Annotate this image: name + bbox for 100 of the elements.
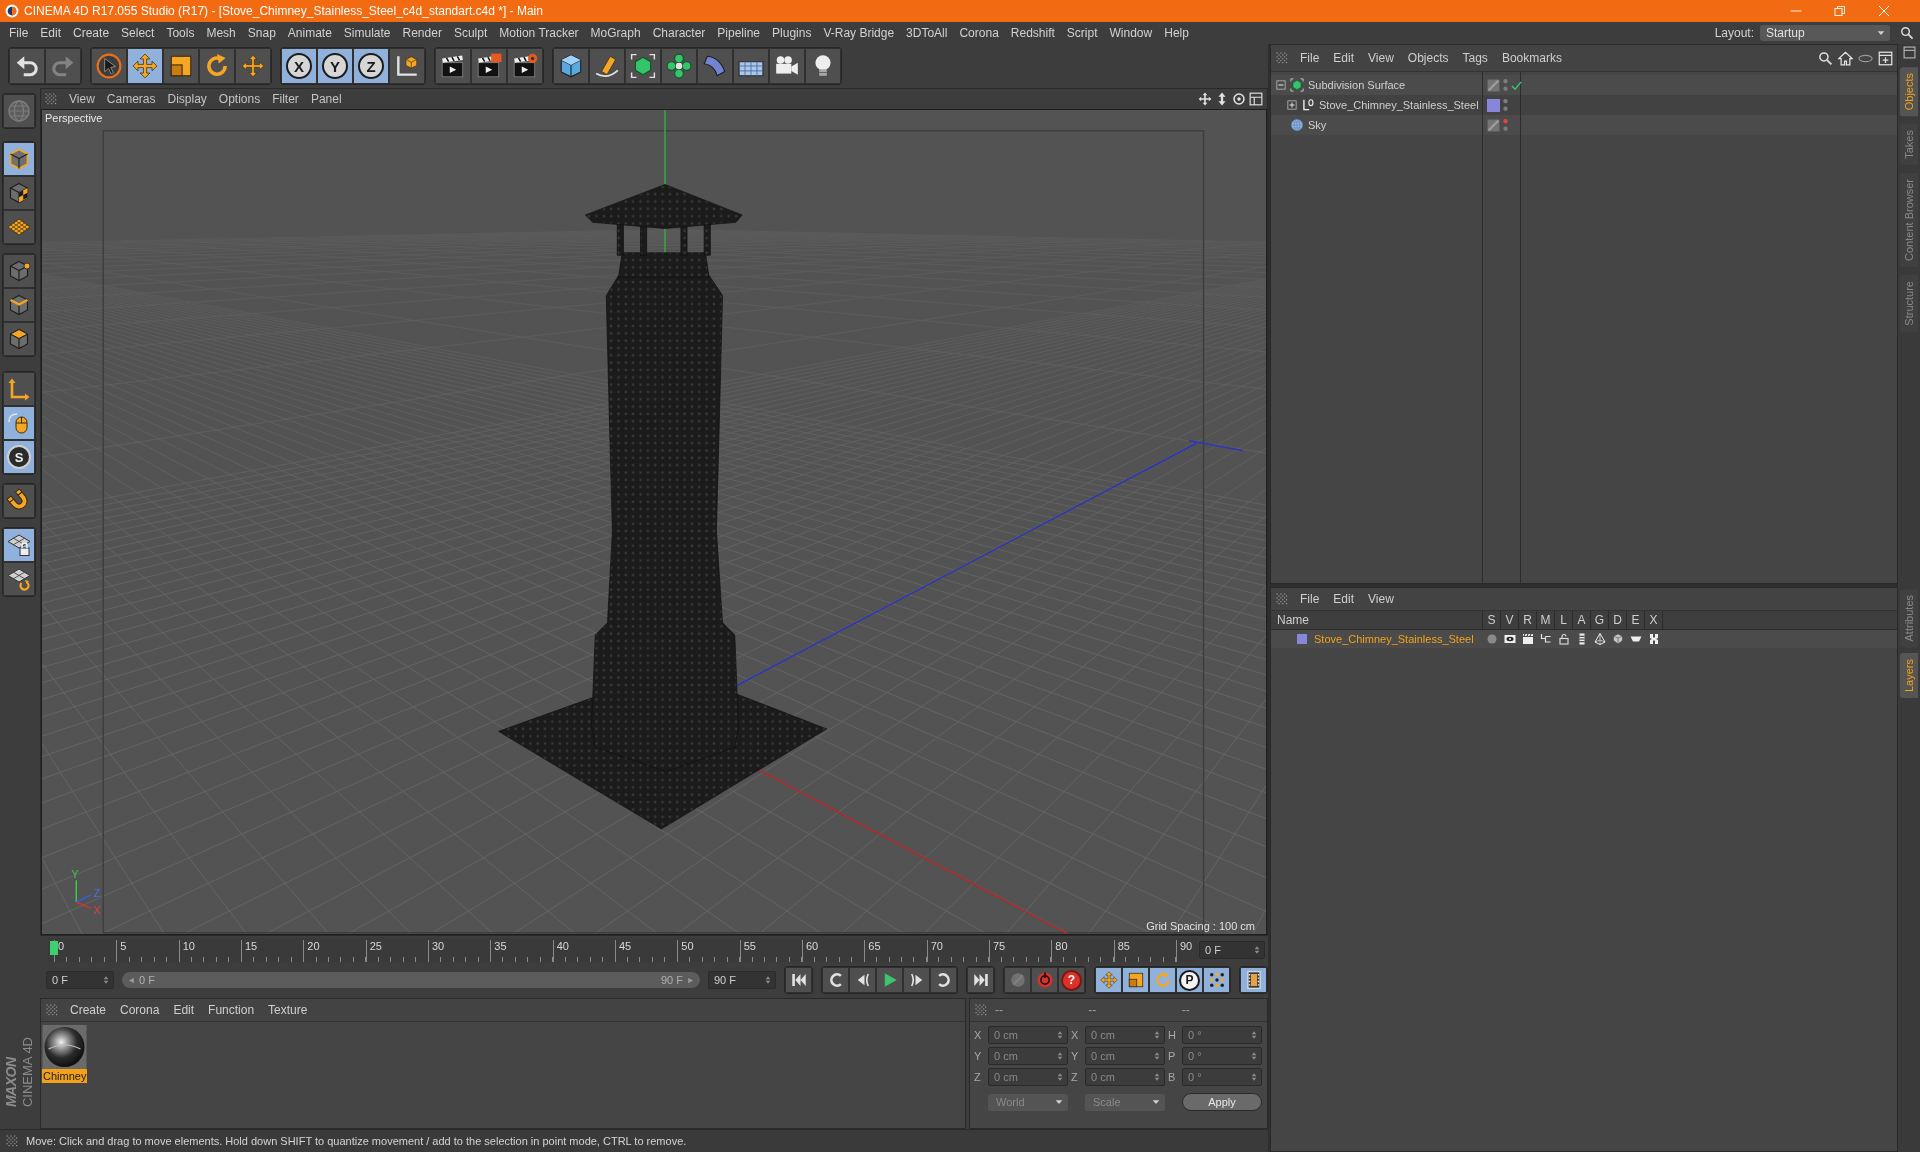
restore-icon[interactable] — [1834, 5, 1846, 17]
menu-item[interactable]: V-Ray Bridge — [817, 26, 901, 40]
menu-item[interactable]: 3DToAll — [900, 26, 954, 40]
start-frame-field[interactable]: 0 F — [46, 971, 114, 989]
menu-item[interactable]: Plugins — [766, 26, 818, 40]
rotation-field[interactable]: 0 ° — [1182, 1068, 1262, 1086]
cloner-button[interactable] — [661, 48, 697, 84]
column-header[interactable]: X — [1645, 611, 1663, 629]
axis-lock-button[interactable]: Y — [317, 48, 353, 84]
menu-item[interactable]: Panel — [304, 92, 348, 106]
menu-item[interactable]: Tools — [160, 26, 201, 40]
transform-tool-button[interactable] — [235, 48, 271, 84]
hatched-square-icon[interactable] — [1487, 118, 1500, 132]
column-header[interactable]: E — [1627, 611, 1645, 629]
key-scale-button[interactable] — [1122, 967, 1149, 993]
column-header[interactable]: A — [1573, 611, 1591, 629]
layer-color-swatch[interactable] — [1297, 634, 1307, 644]
render-settings-button[interactable] — [507, 48, 543, 84]
object-row[interactable]: Sky — [1271, 115, 1897, 135]
menu-item[interactable]: Filter — [266, 92, 305, 106]
autokey-button[interactable] — [1031, 967, 1058, 993]
column-header[interactable]: M — [1537, 611, 1555, 629]
viewport[interactable]: Perspective Y Z X Grid Spacing : 100 cm — [41, 109, 1267, 935]
cross-arrows-icon[interactable] — [1198, 92, 1212, 106]
column-header[interactable]: R — [1519, 611, 1537, 629]
key-position-button[interactable] — [1095, 967, 1122, 993]
render-button[interactable] — [471, 48, 507, 84]
next-frame-button[interactable] — [903, 967, 930, 993]
magnet-button[interactable] — [3, 484, 35, 518]
menu-item[interactable]: View — [63, 92, 101, 106]
object-name[interactable]: Sky — [1308, 119, 1327, 131]
menu-item[interactable]: Select — [115, 26, 161, 40]
material-name[interactable]: Chimney — [42, 1069, 87, 1083]
menu-item[interactable]: File — [3, 26, 35, 40]
layer-name[interactable]: Stove_Chimney_Stainless_Steel — [1314, 633, 1474, 645]
key-rotation-button[interactable] — [1149, 967, 1176, 993]
column-header[interactable]: S — [1483, 611, 1501, 629]
go-to-start-button[interactable] — [785, 967, 812, 993]
object-row[interactable]: Subdivision Surface — [1271, 75, 1897, 95]
check-icon[interactable] — [1511, 79, 1522, 91]
panel-icon[interactable] — [1902, 46, 1916, 59]
menu-item[interactable]: Motion Tracker — [493, 26, 585, 40]
workplane-mode-button[interactable] — [3, 210, 35, 244]
subdivision-button[interactable] — [625, 48, 661, 84]
x-shape-icon[interactable] — [1648, 633, 1660, 645]
column-header[interactable]: Name — [1271, 611, 1483, 629]
orbit-icon[interactable] — [1232, 92, 1246, 106]
dot-icon[interactable] — [1486, 633, 1498, 645]
workplane-align-button[interactable] — [3, 562, 35, 596]
menu-item[interactable]: Redshift — [1004, 26, 1061, 40]
menu-item[interactable]: Edit — [34, 26, 68, 40]
rotate-tool-button[interactable] — [199, 48, 235, 84]
floor-button[interactable] — [733, 48, 769, 84]
search-icon[interactable] — [1818, 50, 1833, 66]
menu-item[interactable]: Corona — [113, 1003, 167, 1017]
chimney-model[interactable] — [498, 184, 827, 830]
column-header[interactable]: G — [1591, 611, 1609, 629]
open-lock-icon[interactable] — [1558, 633, 1570, 645]
menu-item[interactable]: Edit — [1326, 592, 1362, 606]
current-frame-field[interactable]: 0 F — [1199, 941, 1265, 959]
axis-lock-button[interactable]: Z — [353, 48, 389, 84]
object-name[interactable]: Subdivision Surface — [1308, 79, 1406, 91]
column-header[interactable]: L — [1555, 611, 1573, 629]
menu-item[interactable]: Corona — [953, 26, 1005, 40]
menu-item[interactable]: Cameras — [100, 92, 162, 106]
pyramid-icon[interactable] — [1594, 633, 1606, 645]
menu-item[interactable]: Options — [212, 92, 267, 106]
visibility-dots-icon[interactable] — [1503, 118, 1508, 132]
previous-key-button[interactable] — [822, 967, 849, 993]
pen-button[interactable] — [589, 48, 625, 84]
timeline-button[interactable] — [1240, 967, 1267, 993]
side-tab[interactable]: Objects — [1900, 67, 1918, 117]
menu-item[interactable]: Pipeline — [711, 26, 767, 40]
menu-item[interactable]: Texture — [261, 1003, 315, 1017]
collapse-icon[interactable] — [1276, 80, 1286, 90]
points-mode-button[interactable] — [3, 254, 35, 288]
layer-color-swatch[interactable] — [1487, 98, 1500, 112]
key-help-button[interactable]: ? — [1058, 967, 1085, 993]
layout-dropdown[interactable]: Startup — [1760, 25, 1890, 41]
camera-button[interactable] — [769, 48, 805, 84]
visibility-dots-icon[interactable] — [1503, 78, 1508, 92]
menu-item[interactable]: File — [1293, 51, 1327, 65]
menu-item[interactable]: Create — [67, 26, 116, 40]
menu-item[interactable]: Tags — [1455, 51, 1495, 65]
menu-item[interactable]: Display — [161, 92, 213, 106]
go-to-end-button[interactable] — [967, 967, 994, 993]
rotation-field[interactable]: 0 ° — [1182, 1047, 1262, 1065]
menu-item[interactable]: Render — [396, 26, 448, 40]
cube-button[interactable] — [553, 48, 589, 84]
home-icon[interactable] — [1838, 50, 1853, 66]
menu-item[interactable]: MoGraph — [584, 26, 647, 40]
monitor-eye-icon[interactable] — [1504, 633, 1516, 645]
menu-item[interactable]: View — [1361, 592, 1401, 606]
panel-layout-icon[interactable] — [1249, 92, 1263, 106]
menu-item[interactable]: Window — [1103, 26, 1159, 40]
hierarchy-icon[interactable] — [1540, 633, 1552, 645]
next-key-button[interactable] — [930, 967, 957, 993]
column-header[interactable]: D — [1609, 611, 1627, 629]
end-frame-field[interactable]: 90 F — [708, 971, 776, 989]
menu-item[interactable]: File — [1293, 592, 1327, 606]
